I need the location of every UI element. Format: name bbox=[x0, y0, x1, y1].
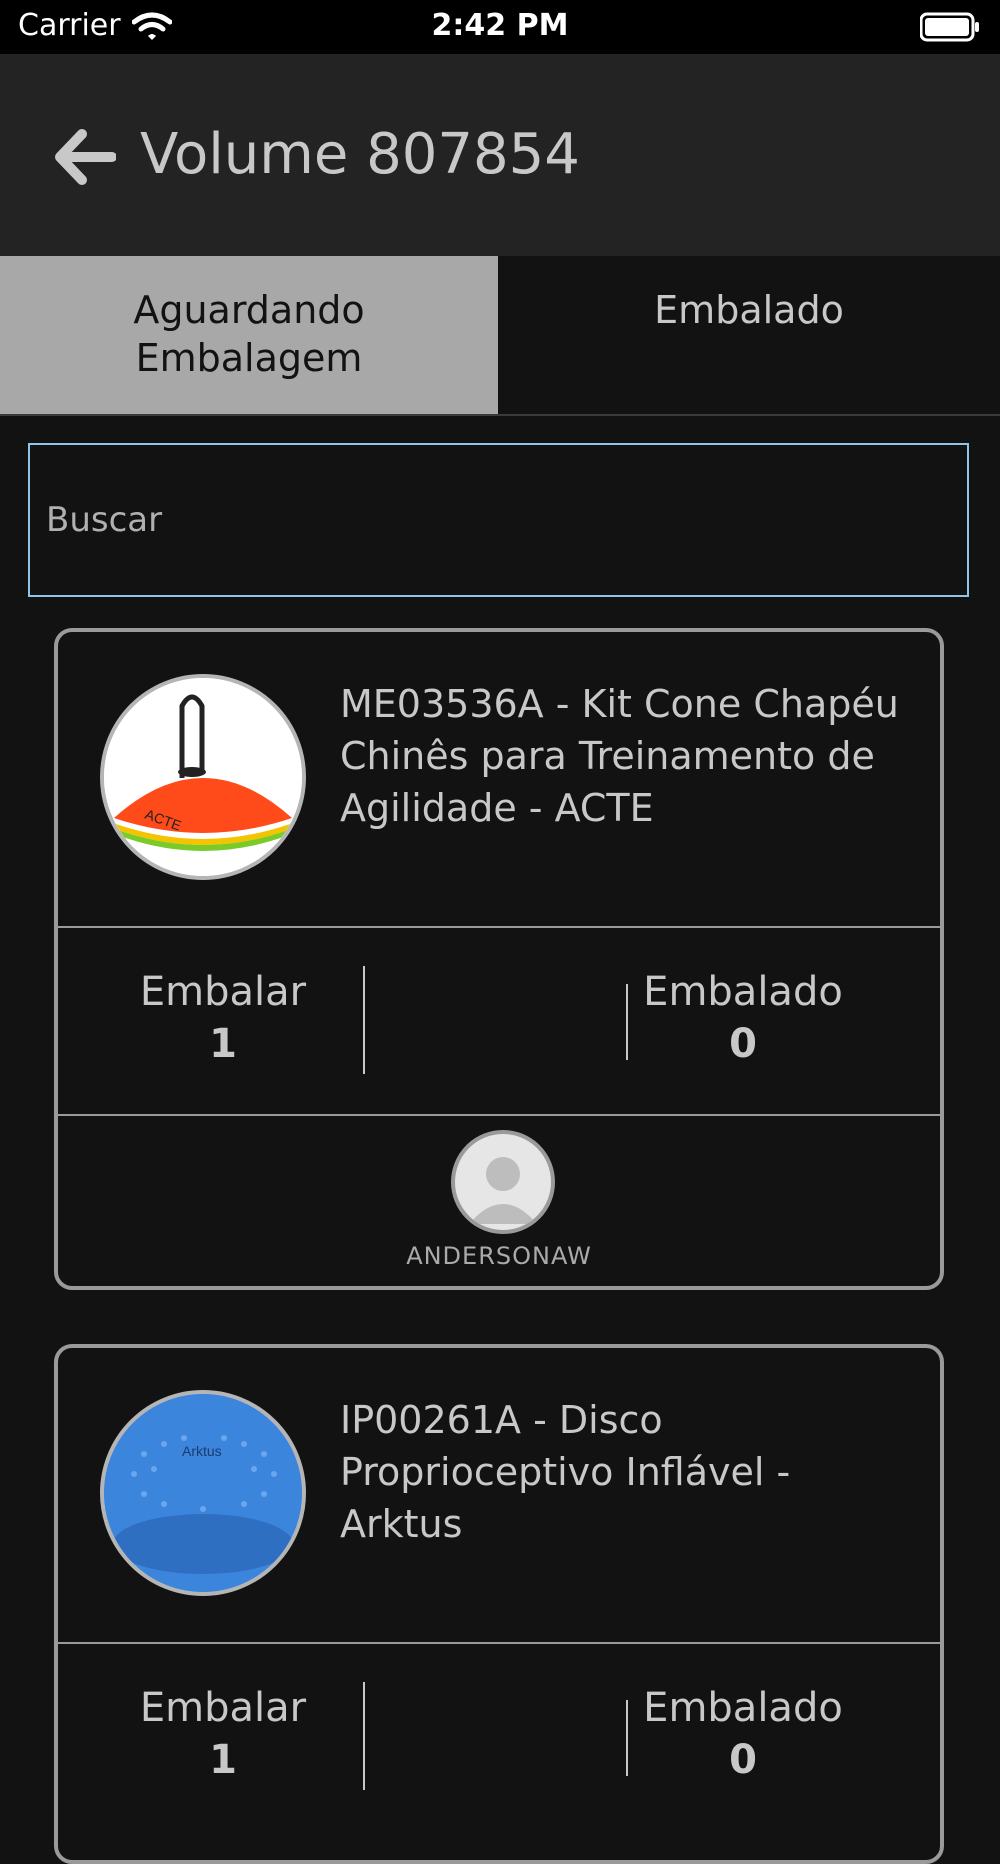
embalar-value: 1 bbox=[209, 1021, 237, 1067]
tab-bar: Aguardando Embalagem Embalado bbox=[0, 256, 1000, 414]
counts-row: Embalar 1 Embalado 0 bbox=[58, 928, 940, 1114]
cone-product-image: ACTE bbox=[100, 674, 306, 880]
status-bar: Carrier 2:42 PM bbox=[0, 0, 1000, 54]
embalado-label: Embalado bbox=[643, 969, 843, 1015]
embalado-value: 0 bbox=[729, 1021, 757, 1067]
page-title: Volume 807854 bbox=[140, 122, 580, 187]
tab-label: Embalado bbox=[654, 288, 844, 332]
product-card[interactable]: ACTE ME03536A - Kit Cone Chapéu Chinês p… bbox=[54, 628, 944, 1290]
disc-product-image: Arktus bbox=[100, 1390, 306, 1596]
user-row: ANDERSONAW bbox=[58, 1116, 940, 1286]
avatar bbox=[451, 1130, 555, 1234]
tab-embalado[interactable]: Embalado bbox=[498, 256, 1000, 414]
search-input[interactable] bbox=[44, 491, 948, 549]
embalado-label: Embalado bbox=[643, 1685, 843, 1731]
tab-aguardando-embalagem[interactable]: Aguardando Embalagem bbox=[0, 256, 498, 414]
battery-icon bbox=[919, 12, 980, 46]
embalado-count: Embalado 0 bbox=[618, 1684, 868, 1788]
svg-text:Arktus: Arktus bbox=[182, 1443, 222, 1459]
tabs-divider bbox=[0, 414, 1000, 416]
app-header: Volume 807854 bbox=[0, 54, 1000, 256]
tab-label: Aguardando Embalagem bbox=[133, 288, 365, 380]
product-info-row: ACTE ME03536A - Kit Cone Chapéu Chinês p… bbox=[58, 632, 940, 926]
embalar-label: Embalar bbox=[139, 1685, 307, 1731]
embalar-label: Embalar bbox=[139, 969, 307, 1015]
product-name: ME03536A - Kit Cone Chapéu Chinês para T… bbox=[340, 682, 899, 830]
embalado-value: 0 bbox=[729, 1737, 757, 1783]
status-time: 2:42 PM bbox=[431, 8, 569, 43]
embalar-count: Embalar 1 bbox=[98, 968, 348, 1072]
embalar-count: Embalar 1 bbox=[98, 1684, 348, 1788]
count-separator bbox=[363, 1682, 365, 1790]
embalar-value: 1 bbox=[209, 1737, 237, 1783]
embalado-count: Embalado 0 bbox=[618, 968, 868, 1072]
username: ANDERSONAW bbox=[406, 1242, 592, 1270]
back-arrow-icon[interactable] bbox=[50, 126, 117, 192]
search-box[interactable] bbox=[28, 443, 969, 597]
product-name: IP00261A - Disco Proprioceptivo Inflável… bbox=[340, 1398, 791, 1546]
product-card[interactable]: Arktus IP00261A - Disco Proprioceptivo I… bbox=[54, 1344, 944, 1864]
counts-row: Embalar 1 Embalado 0 bbox=[58, 1644, 940, 1830]
product-info-row: Arktus IP00261A - Disco Proprioceptivo I… bbox=[58, 1348, 940, 1642]
count-separator bbox=[363, 966, 365, 1074]
